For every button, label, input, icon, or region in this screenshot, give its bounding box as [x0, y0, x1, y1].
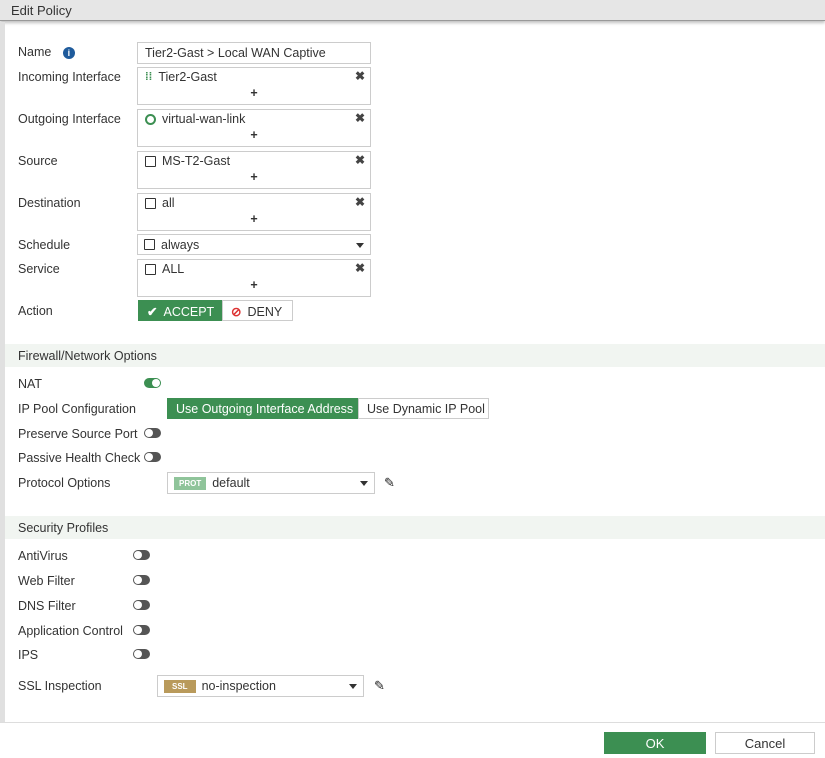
preserve-source-port-label: Preserve Source Port	[18, 427, 138, 441]
dialog-footer: OK Cancel	[0, 722, 825, 758]
nat-toggle[interactable]	[144, 378, 161, 388]
dialog-title: Edit Policy	[0, 0, 825, 21]
remove-icon[interactable]: ✖	[355, 153, 365, 167]
accept-button[interactable]: ✔ ACCEPT	[138, 300, 223, 321]
cancel-button[interactable]: Cancel	[715, 732, 815, 754]
add-button[interactable]: +	[138, 278, 370, 292]
chevron-down-icon	[349, 684, 357, 689]
deny-icon: ⊘	[231, 305, 242, 319]
ssl-tag: SSL	[164, 679, 196, 693]
name-label-text: Name	[18, 45, 52, 59]
name-input[interactable]: Tier2-Gast > Local WAN Captive	[137, 42, 371, 64]
remove-icon[interactable]: ✖	[355, 195, 365, 209]
chevron-down-icon	[360, 481, 368, 486]
nat-label: NAT	[18, 377, 43, 391]
incoming-value: Tier2-Gast	[158, 70, 217, 84]
ok-button[interactable]: OK	[604, 732, 706, 754]
service-value: ALL	[162, 262, 185, 276]
destination-value: all	[162, 196, 175, 210]
service-icon	[145, 263, 156, 275]
schedule-select[interactable]: always	[137, 234, 371, 255]
dns-filter-toggle[interactable]	[133, 600, 150, 610]
service-field[interactable]: ALL ✖ +	[137, 259, 371, 297]
incoming-interface-field[interactable]: ⁞⁞ Tier2-Gast ✖ +	[137, 67, 371, 105]
add-button[interactable]: +	[138, 128, 370, 142]
protocol-value: default	[212, 476, 250, 490]
address-group-icon	[145, 155, 156, 167]
interface-icon: ⁞⁞	[145, 71, 153, 83]
application-control-label: Application Control	[18, 624, 123, 638]
clock-icon	[144, 239, 155, 250]
ips-toggle[interactable]	[133, 649, 150, 659]
service-label: Service	[18, 262, 60, 276]
dns-filter-label: DNS Filter	[18, 599, 76, 613]
schedule-label: Schedule	[18, 238, 71, 252]
action-label: Action	[18, 304, 53, 318]
address-icon	[145, 197, 156, 209]
source-field[interactable]: MS-T2-Gast ✖ +	[137, 151, 371, 189]
outgoing-interface-field[interactable]: virtual-wan-link ✖ +	[137, 109, 371, 147]
deny-label: DENY	[247, 305, 283, 319]
antivirus-label: AntiVirus	[18, 549, 68, 563]
web-filter-label: Web Filter	[18, 574, 75, 588]
edit-pencil-icon[interactable]: ✎	[374, 678, 385, 694]
check-icon: ✔	[147, 305, 158, 319]
outgoing-value: virtual-wan-link	[162, 112, 246, 126]
prot-tag: PROT	[174, 476, 207, 490]
web-filter-toggle[interactable]	[133, 575, 150, 585]
deny-button[interactable]: ⊘ DENY	[222, 300, 293, 321]
ssl-value: no-inspection	[201, 679, 276, 693]
preserve-source-port-toggle[interactable]	[144, 428, 161, 438]
source-label: Source	[18, 154, 58, 168]
security-section-header: Security Profiles	[5, 516, 825, 539]
ip-pool-dynamic-button[interactable]: Use Dynamic IP Pool	[358, 398, 489, 419]
add-button[interactable]: +	[138, 212, 370, 226]
firewall-section-header: Firewall/Network Options	[5, 344, 825, 367]
add-button[interactable]: +	[138, 170, 370, 184]
source-value: MS-T2-Gast	[162, 154, 231, 168]
ip-pool-label: IP Pool Configuration	[18, 402, 136, 416]
remove-icon[interactable]: ✖	[355, 111, 365, 125]
accept-label: ACCEPT	[163, 305, 215, 319]
ip-pool-outgoing-button[interactable]: Use Outgoing Interface Address	[167, 398, 359, 419]
ssl-inspection-select[interactable]: SSL no-inspection	[157, 675, 364, 697]
chevron-down-icon	[356, 243, 364, 248]
incoming-interface-label: Incoming Interface	[18, 70, 121, 84]
antivirus-toggle[interactable]	[133, 550, 150, 560]
outgoing-interface-label: Outgoing Interface	[18, 112, 121, 126]
destination-field[interactable]: all ✖ +	[137, 193, 371, 231]
passive-health-check-toggle[interactable]	[144, 452, 161, 462]
application-control-toggle[interactable]	[133, 625, 150, 635]
protocol-options-select[interactable]: PROT default	[167, 472, 375, 494]
protocol-options-label: Protocol Options	[18, 476, 111, 490]
name-label: Name i	[18, 45, 75, 59]
info-icon[interactable]: i	[62, 47, 75, 59]
destination-label: Destination	[18, 196, 81, 210]
passive-health-check-label: Passive Health Check	[18, 451, 141, 465]
add-button[interactable]: +	[138, 86, 370, 100]
remove-icon[interactable]: ✖	[355, 261, 365, 275]
remove-icon[interactable]: ✖	[355, 69, 365, 83]
ips-label: IPS	[18, 648, 39, 662]
ssl-inspection-label: SSL Inspection	[18, 679, 102, 693]
globe-icon	[145, 113, 156, 125]
schedule-value: always	[161, 237, 200, 252]
edit-pencil-icon[interactable]: ✎	[384, 475, 395, 491]
left-rail	[0, 22, 5, 722]
